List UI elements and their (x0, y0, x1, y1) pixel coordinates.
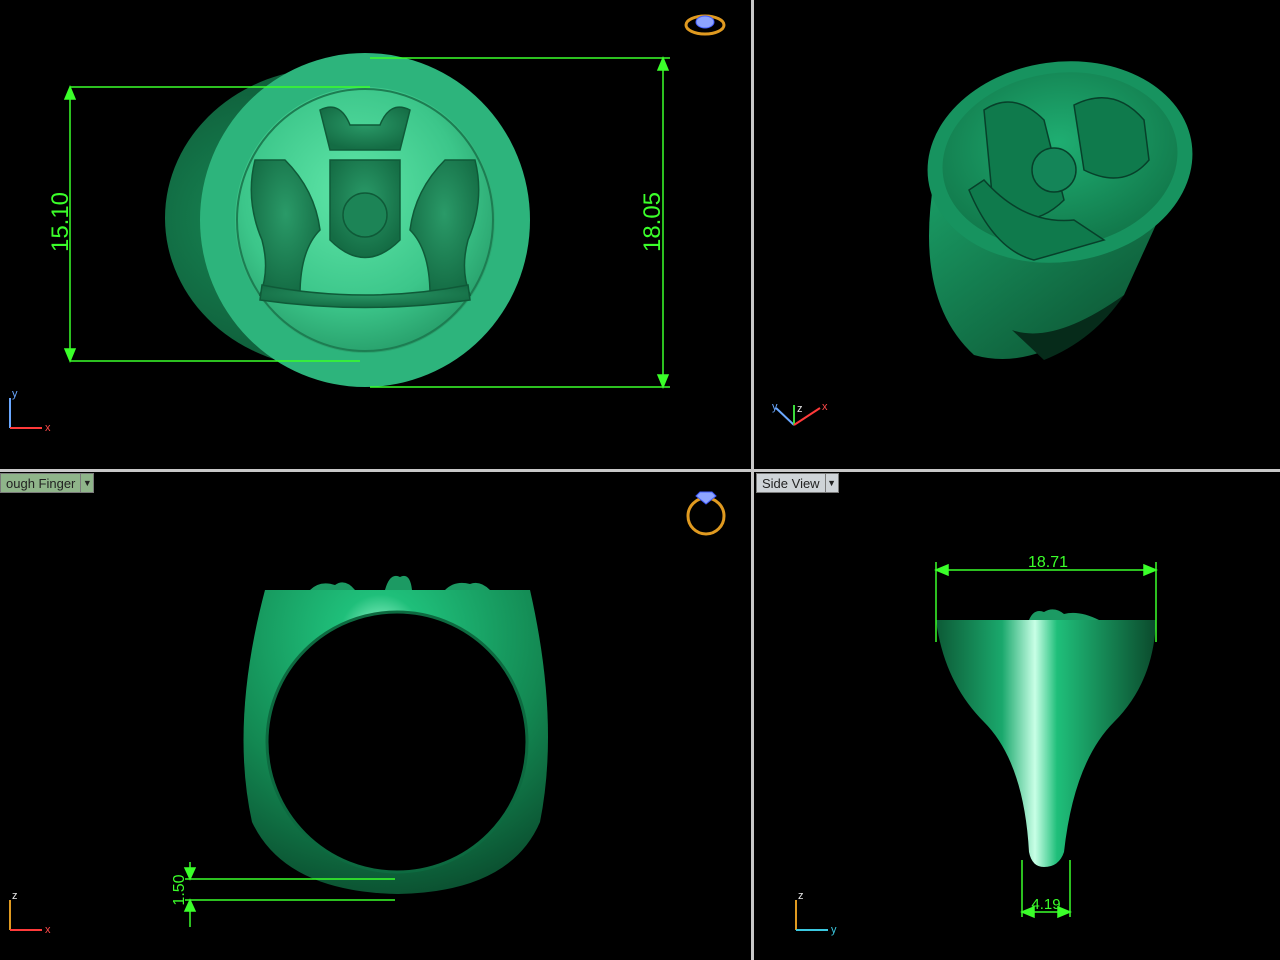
viewport-label-front[interactable]: ough Finger ▼ (0, 473, 95, 493)
viewport-front[interactable]: 1.50 z x ough Finger ▼ (0, 472, 751, 960)
svg-text:x: x (822, 401, 828, 413)
viewport-divider-vertical[interactable] (751, 0, 754, 960)
dropdown-arrow-icon[interactable]: ▼ (81, 473, 95, 493)
side-view-canvas: 18.71 4.19 z y (795, 554, 1158, 936)
axis-indicator-perspective: y z x (772, 401, 828, 426)
dropdown-arrow-icon[interactable]: ▼ (825, 473, 839, 493)
dim-left-label: 15.10 (47, 192, 74, 252)
dim-thickness-label: 1.50 (171, 874, 188, 905)
dim-right-label: 18.05 (639, 192, 666, 252)
front-crest-top (310, 575, 490, 590)
side-crest-top (1029, 609, 1099, 620)
viewport-divider-horizontal[interactable] (0, 469, 1280, 472)
ring-top-icon[interactable] (684, 14, 726, 36)
svg-text:y: y (12, 388, 18, 400)
dim-top-width-label: 18.71 (1028, 554, 1068, 571)
dim-bottom-width-label: 4.19 (1031, 896, 1060, 913)
top-view-canvas: 15.10 18.05 y x (9, 14, 726, 434)
viewport-label-text: ough Finger (0, 473, 82, 493)
svg-text:y: y (831, 924, 837, 936)
svg-text:x: x (45, 422, 51, 434)
svg-text:z: z (798, 890, 804, 902)
axis-indicator-front: z x (9, 890, 51, 936)
viewport-perspective[interactable]: y z x (754, 0, 1280, 469)
viewport-top[interactable]: 15.10 18.05 y x (0, 0, 751, 469)
viewport-side[interactable]: 18.71 4.19 z y Side View ▼ (754, 472, 1280, 960)
axis-indicator-side: z y (795, 890, 837, 936)
svg-text:y: y (772, 401, 778, 413)
svg-text:z: z (797, 403, 803, 415)
viewport-label-text: Side View (756, 473, 826, 493)
side-ring-body (936, 620, 1156, 867)
svg-text:x: x (45, 924, 51, 936)
front-view-canvas: 1.50 z x (9, 491, 726, 936)
ring-front-icon[interactable] (686, 491, 726, 536)
svg-text:z: z (12, 890, 18, 902)
viewport-label-side[interactable]: Side View ▼ (756, 473, 839, 493)
perspective-view-canvas: y z x (772, 61, 1193, 426)
axis-indicator-top: y x (9, 388, 51, 434)
